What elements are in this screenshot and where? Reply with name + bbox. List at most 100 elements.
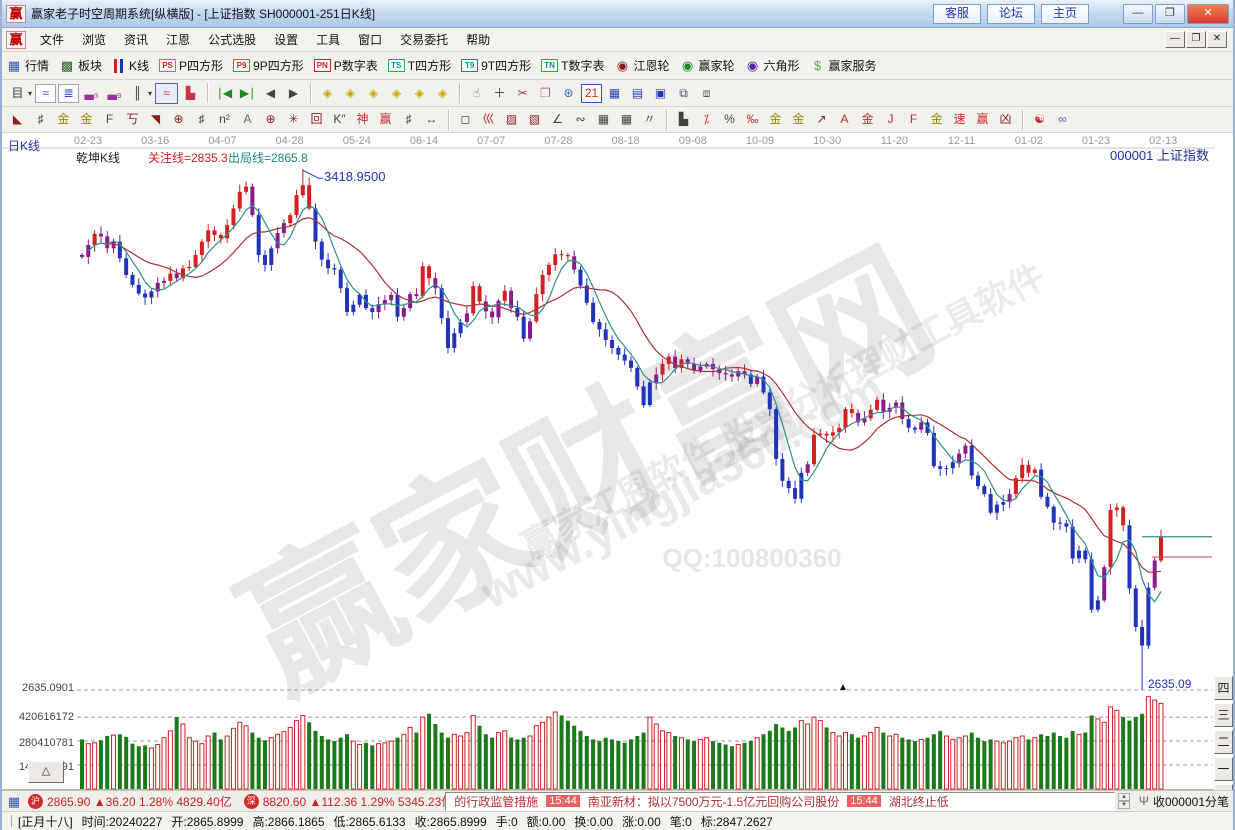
news-headline[interactable]: 湖北终止低 [889,793,949,810]
tool-draw-gold[interactable]: 金 [76,110,97,129]
toolbar-button-p-table[interactable]: PNP数字表 [314,57,378,74]
tool-save-tool[interactable]: ▣ [650,84,671,103]
tool-draw-box-web[interactable]: 回 [306,110,327,129]
tool-report-tool[interactable]: ▤ [627,84,648,103]
tool-kline-style[interactable]: 目 [7,84,28,103]
pane-layout-button-1[interactable]: 四 [1214,676,1233,700]
tool-draw-gold-slash[interactable]: 金 [857,110,878,129]
titlebar-button-主页[interactable]: 主页 [1041,4,1089,24]
tool-draw-grid-lines[interactable]: ♯ [30,110,51,129]
menu-item-浏览[interactable]: 浏览 [73,29,115,50]
minimize-button[interactable]: — [1123,4,1153,24]
tool-draw-arc[interactable]: 丂 [122,110,143,129]
tool-crosshair-tool[interactable]: ＋ [489,84,510,103]
tool-draw-mirror[interactable]: A [237,110,258,129]
tool-draw-gold-grid[interactable]: 金 [53,110,74,129]
ticker-spinner[interactable]: ▲ ▼ [1118,793,1130,809]
menu-item-公式选股[interactable]: 公式选股 [199,29,265,50]
quote-grid-icon[interactable]: ▦ [6,794,22,809]
tool-draw-n2[interactable]: n² [214,110,235,129]
panel-toggle-button[interactable]: △ [28,761,64,783]
titlebar-button-论坛[interactable]: 论坛 [987,4,1035,24]
toolbar-button-t-square[interactable]: TST四方形 [388,57,451,74]
tool-draw-pct[interactable]: % [719,110,740,129]
mdi-minimize-button[interactable]: — [1165,31,1185,48]
tool-nav-next[interactable]: ▶ [283,84,304,103]
toolbar-button-9p-square[interactable]: P99P四方形 [233,57,304,74]
tool-draw-steps[interactable]: ▙ [673,110,694,129]
news-time-badge[interactable]: 15:44 [546,795,580,807]
menu-item-资讯[interactable]: 资讯 [115,29,157,50]
tool-wave-select[interactable]: ≈ [155,83,178,104]
tool-snip-tool[interactable]: ✂ [512,84,533,103]
tool-draw-hatch1[interactable]: ▨ [501,110,522,129]
tool-draw-pen2[interactable]: ◥ [145,110,166,129]
toolbar-button-gann-wheel[interactable]: ◉江恩轮 [614,57,669,74]
spinner-up-icon[interactable]: ▲ [1118,793,1130,801]
tool-calculator-tool[interactable]: ▦ [604,84,625,103]
tool-network-tool[interactable]: ⊛ [558,84,579,103]
menu-item-文件[interactable]: 文件 [31,29,73,50]
tool-draw-speed-line[interactable]: 速 [949,110,970,129]
tool-draw-pct7[interactable]: ⁒ [696,110,717,129]
tool-draw-grid4[interactable]: ▦ [616,110,637,129]
tool-nav-prev[interactable]: ◀ [260,84,281,103]
pane-layout-button-4[interactable]: 一 [1214,757,1233,781]
tool-draw-wave[interactable]: ∾ [570,110,591,129]
tool-diamond-v-expand[interactable]: ◈ [386,84,407,103]
tool-nav-last[interactable]: ▶∣ [237,84,258,103]
tool-draw-gold-angle[interactable]: 金 [926,110,947,129]
pane-layout-button-3[interactable]: 二 [1214,730,1233,754]
news-ticker[interactable]: 的行政监管措施15:44南亚新材：拟以7500万元-1.5亿元回购公司股份15:… [445,792,1115,811]
tool-diamond-compress[interactable]: ◈ [409,84,430,103]
spinner-down-icon[interactable]: ▼ [1118,801,1130,809]
tool-draw-span[interactable]: ↔ [421,110,442,129]
tool-diamond-h-expand[interactable]: ◈ [363,84,384,103]
tool-draw-target[interactable]: ⊕ [260,110,281,129]
tool-hand-tool[interactable]: ☝ [466,84,487,103]
toolbar-button-hexagon[interactable]: ◉六角形 [745,57,800,74]
tool-draw-j-line[interactable]: J [880,110,901,129]
tool-draw-x-cross[interactable]: 凶 [995,110,1016,129]
tool-draw-web[interactable]: ✳ [283,110,304,129]
tool-window-wave[interactable]: ≈ [35,84,56,103]
menu-item-设置[interactable]: 设置 [265,29,307,50]
tool-infinity[interactable]: ∞ [1052,110,1073,129]
menu-item-工具[interactable]: 工具 [307,29,349,50]
toolbar-button-t-table[interactable]: TNT数字表 [541,57,604,74]
tool-draw-pen[interactable]: ◣ [7,110,28,129]
toolbar-button-winner-wheel[interactable]: ◉赢家轮 [679,57,734,74]
menu-item-帮助[interactable]: 帮助 [457,29,499,50]
tool-draw-pct-line[interactable]: ‰ [742,110,763,129]
tool-draw-k-mark[interactable]: K″ [329,110,350,129]
news-headline[interactable]: 南亚新材：拟以7500万元-1.5亿元回购公司股份 [588,793,839,810]
news-headline[interactable]: 的行政监管措施 [454,793,538,810]
tool-draw-a-line[interactable]: A [834,110,855,129]
tool-diamond-left-right[interactable]: ◈ [317,84,338,103]
toolbar-button-sectors[interactable]: ▩板块 [59,57,102,74]
mdi-restore-button[interactable]: ❐ [1186,31,1206,48]
tool-draw-shen[interactable]: 神 [352,110,373,129]
tool-draw-ying-line[interactable]: 赢 [972,110,993,129]
tool-draw-gold-line[interactable]: 金 [788,110,809,129]
tool-mini-chart-9[interactable]: ▃₉ [104,84,125,103]
feed-label[interactable]: 收000001分笔 [1153,793,1229,810]
toolbar-button-kline[interactable]: K线 [112,57,149,74]
tool-draw-window[interactable]: ◻ [455,110,476,129]
titlebar-button-客服[interactable]: 客服 [933,4,981,24]
tool-diamond-up-down[interactable]: ◈ [340,84,361,103]
tool-draw-grid3[interactable]: ▦ [593,110,614,129]
dropdown-arrow-icon[interactable]: ▾ [148,89,152,98]
tool-draw-hash[interactable]: ♯ [191,110,212,129]
tool-draw-parallel[interactable]: 〃 [639,110,660,129]
toolbar-button-winner-service[interactable]: $赢家服务 [810,57,877,74]
tool-export-tool[interactable]: ⧉ [673,84,694,103]
kline-plot[interactable] [2,133,1235,790]
menu-item-窗口[interactable]: 窗口 [349,29,391,50]
tool-info-doc[interactable]: ≣ [58,84,79,103]
toolbar-button-9t-square[interactable]: T99T四方形 [461,57,531,74]
tool-diamond-expand-all[interactable]: ◈ [432,84,453,103]
tool-candle-width[interactable]: ║ [127,84,148,103]
menu-item-江恩[interactable]: 江恩 [157,29,199,50]
tool-mini-chart-3[interactable]: ▃₃ [81,84,102,103]
